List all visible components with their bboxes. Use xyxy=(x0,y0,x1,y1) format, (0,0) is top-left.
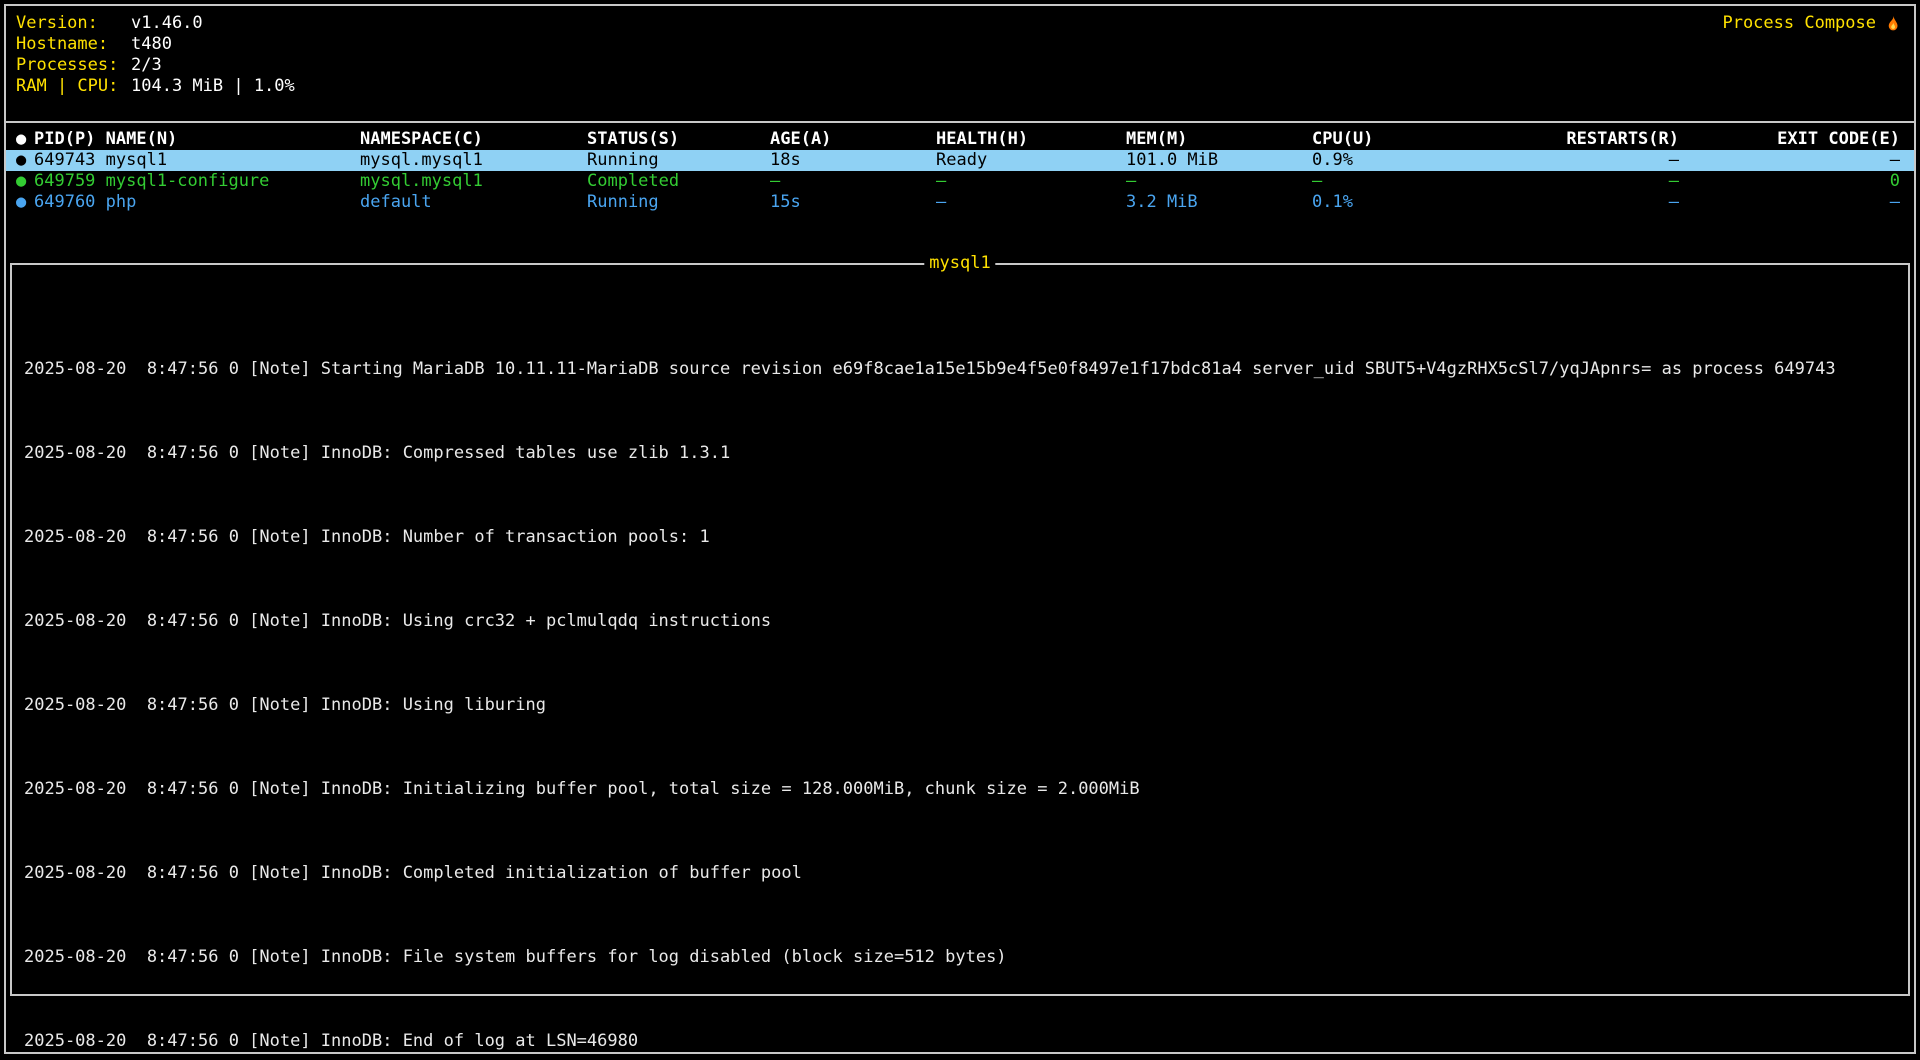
log-line: 2025-08-20 8:47:56 0 [Note] InnoDB: Numb… xyxy=(24,527,1908,548)
process-health: – xyxy=(936,171,1126,192)
header-field-value: v1.46.0 xyxy=(131,13,203,33)
column-header-pid-name: PID(P) NAME(N) xyxy=(34,129,360,150)
process-age: 18s xyxy=(770,150,936,171)
flame-icon xyxy=(1884,15,1902,33)
process-mem: 101.0 MiB xyxy=(1126,150,1312,171)
column-header-restarts: RESTARTS(R) xyxy=(1489,129,1679,150)
process-state-icon: ● xyxy=(6,150,34,171)
table-row[interactable]: ● 649759 mysql1-configure mysql.mysql1 C… xyxy=(6,171,1914,192)
process-cpu: 0.9% xyxy=(1312,150,1489,171)
process-exit-code: – xyxy=(1679,150,1914,171)
header-field-label: Processes: xyxy=(16,55,131,76)
log-panel[interactable]: mysql1 2025-08-20 8:47:56 0 [Note] Start… xyxy=(10,263,1910,996)
column-header-age: AGE(A) xyxy=(770,129,936,150)
process-cpu: 0.1% xyxy=(1312,192,1489,213)
column-header-mem: MEM(M) xyxy=(1126,129,1312,150)
log-panel-title: mysql1 xyxy=(924,253,995,274)
process-namespace: mysql.mysql1 xyxy=(360,150,587,171)
header-field: Hostname:t480 xyxy=(16,34,295,55)
header-field-label: RAM | CPU: xyxy=(16,76,131,97)
header-separator xyxy=(4,121,1916,123)
column-header-exit-code: EXIT CODE(E) xyxy=(1679,129,1914,150)
process-exit-code: 0 xyxy=(1679,171,1914,192)
header-field-value: 104.3 MiB | 1.0% xyxy=(131,76,295,96)
process-status: Running xyxy=(587,150,770,171)
process-age: 15s xyxy=(770,192,936,213)
process-restarts: – xyxy=(1489,192,1679,213)
process-restarts: – xyxy=(1489,150,1679,171)
status-header: Version:v1.46.0 Hostname:t480 Processes:… xyxy=(16,13,295,97)
process-pid-name: 649760 php xyxy=(34,192,360,213)
process-health: Ready xyxy=(936,150,1126,171)
log-line: 2025-08-20 8:47:56 0 [Note] InnoDB: Usin… xyxy=(24,611,1908,632)
process-health: – xyxy=(936,192,1126,213)
process-rows: ● 649743 mysql1 mysql.mysql1 Running 18s… xyxy=(6,150,1914,213)
process-namespace: mysql.mysql1 xyxy=(360,171,587,192)
header-field-value: 2/3 xyxy=(131,55,162,75)
process-mem: – xyxy=(1126,171,1312,192)
process-pid-name: 649759 mysql1-configure xyxy=(34,171,360,192)
log-line: 2025-08-20 8:47:56 0 [Note] InnoDB: Usin… xyxy=(24,695,1908,716)
header-field: Version:v1.46.0 xyxy=(16,13,295,34)
column-header-health: HEALTH(H) xyxy=(936,129,1126,150)
log-line: 2025-08-20 8:47:56 0 [Note] InnoDB: File… xyxy=(24,947,1908,968)
table-row[interactable]: ● 649760 php default Running 15s – 3.2 M… xyxy=(6,192,1914,213)
process-cpu: – xyxy=(1312,171,1489,192)
process-exit-code: – xyxy=(1679,192,1914,213)
process-pid-name: 649743 mysql1 xyxy=(34,150,360,171)
column-header-namespace: NAMESPACE(C) xyxy=(360,129,587,150)
process-restarts: – xyxy=(1489,171,1679,192)
header-field: Processes:2/3 xyxy=(16,55,295,76)
process-status: Running xyxy=(587,192,770,213)
process-status: Completed xyxy=(587,171,770,192)
process-state-icon: ● xyxy=(6,192,34,213)
log-lines: 2025-08-20 8:47:56 0 [Note] Starting Mar… xyxy=(12,265,1908,1060)
header-field-label: Version: xyxy=(16,13,131,34)
log-line: 2025-08-20 8:47:56 0 [Note] InnoDB: Init… xyxy=(24,779,1908,800)
header-field-value: t480 xyxy=(131,34,172,54)
log-line: 2025-08-20 8:47:56 0 [Note] Starting Mar… xyxy=(24,359,1908,380)
app-title: Process Compose xyxy=(1722,13,1902,34)
header-field: RAM | CPU:104.3 MiB | 1.0% xyxy=(16,76,295,97)
header-field-label: Hostname: xyxy=(16,34,131,55)
column-header-cpu: CPU(U) xyxy=(1312,129,1489,150)
column-header-status: STATUS(S) xyxy=(587,129,770,150)
table-row[interactable]: ● 649743 mysql1 mysql.mysql1 Running 18s… xyxy=(6,150,1914,171)
table-header-row: ● PID(P) NAME(N) NAMESPACE(C) STATUS(S) … xyxy=(6,129,1914,150)
log-line: 2025-08-20 8:47:56 0 [Note] InnoDB: Comp… xyxy=(24,863,1908,884)
process-state-icon: ● xyxy=(6,171,34,192)
shortcut-bar: F1Shortcuts LOGS: F4Maximize F5Unfollow … xyxy=(12,1012,1910,1060)
process-table: ● PID(P) NAME(N) NAMESPACE(C) STATUS(S) … xyxy=(6,129,1914,213)
state-column-header: ● xyxy=(6,129,34,150)
process-mem: 3.2 MiB xyxy=(1126,192,1312,213)
log-line: 2025-08-20 8:47:56 0 [Note] InnoDB: Comp… xyxy=(24,443,1908,464)
process-age: – xyxy=(770,171,936,192)
process-namespace: default xyxy=(360,192,587,213)
app-title-text: Process Compose xyxy=(1722,13,1876,34)
